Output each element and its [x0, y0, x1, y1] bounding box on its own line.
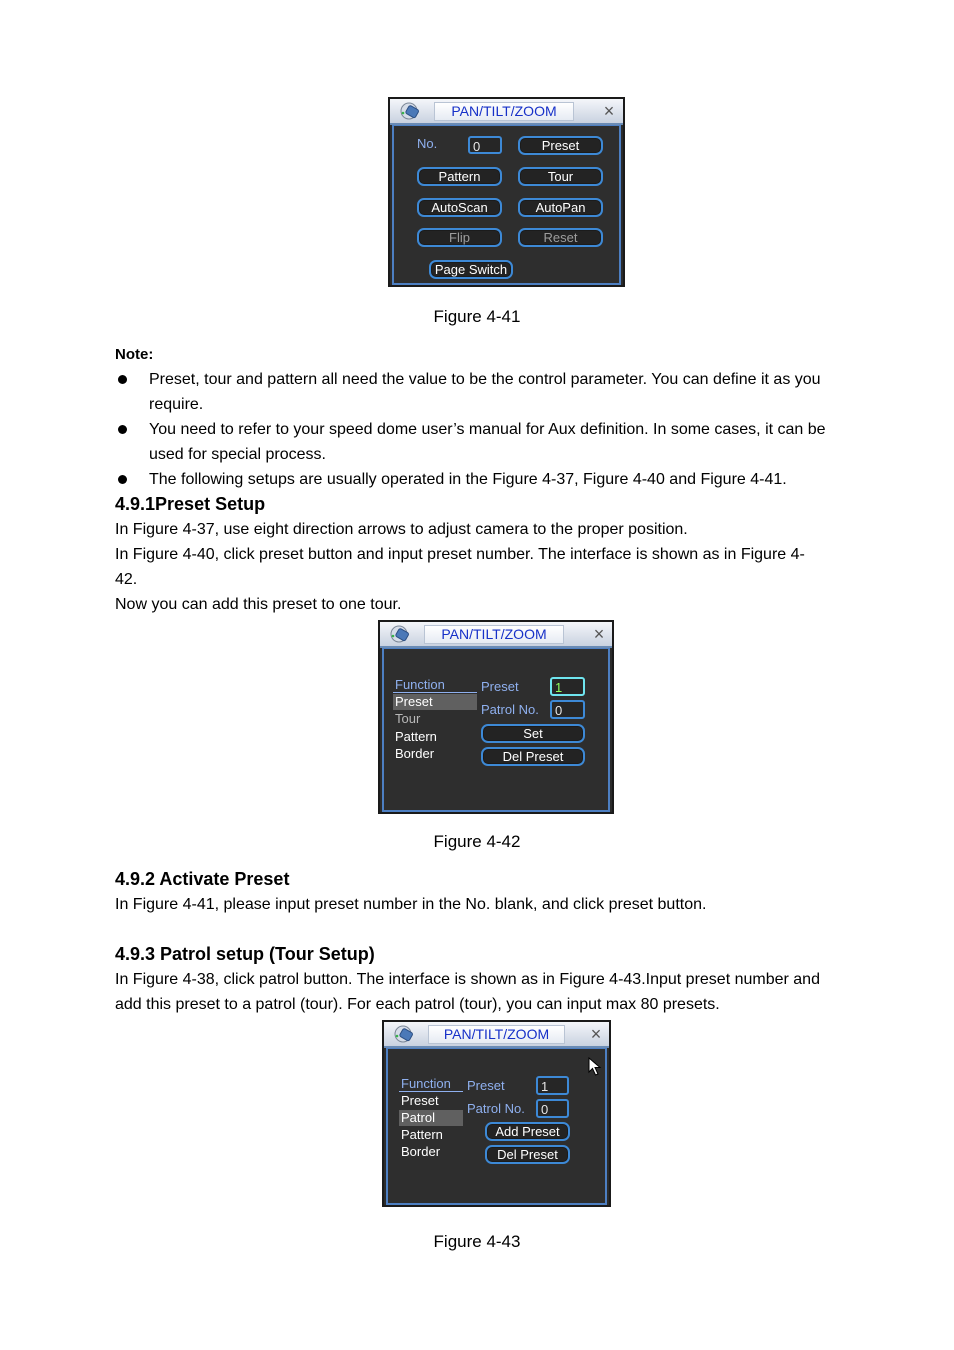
preset-label: Preset	[481, 679, 519, 694]
dialog-titlebar: PAN/TILT/ZOOM ×	[380, 622, 612, 648]
paragraph: In Figure 4-40, click preset button and …	[115, 546, 805, 588]
patrol-no-label: Patrol No.	[467, 1101, 525, 1116]
paragraph: In Figure 4-41, please input preset numb…	[115, 896, 707, 913]
section-heading: 4.9.1Preset Setup	[115, 494, 266, 514]
menu-item-patrol[interactable]: Patrol	[399, 1110, 463, 1126]
mouse-cursor-icon	[588, 1057, 602, 1076]
autopan-button[interactable]: AutoPan	[518, 198, 603, 217]
section-heading: 4.9.2 Activate Preset	[115, 869, 290, 889]
function-menu-header: Function	[393, 677, 477, 693]
paragraph: In Figure 4-38, click patrol button. The…	[115, 971, 820, 1013]
ptz-dialog-fig-4-42: PAN/TILT/ZOOM × Function Preset Tour Pat…	[378, 620, 614, 814]
menu-item-pattern[interactable]: Pattern	[399, 1127, 463, 1143]
del-preset-button[interactable]: Del Preset	[485, 1145, 570, 1164]
dialog-body: No. 0 Preset Pattern Tour AutoScan AutoP…	[392, 125, 621, 285]
dialog-title: PAN/TILT/ZOOM	[424, 625, 564, 644]
preset-input[interactable]: 1	[550, 677, 585, 696]
close-icon[interactable]: ×	[600, 101, 618, 121]
note-label: Note:	[115, 346, 154, 363]
dialog-titlebar: PAN/TILT/ZOOM ×	[390, 99, 623, 125]
patrol-no-input[interactable]: 0	[536, 1099, 569, 1118]
camera-logo-icon	[394, 1025, 413, 1043]
del-preset-button[interactable]: Del Preset	[481, 747, 585, 766]
dialog-title: PAN/TILT/ZOOM	[428, 1025, 565, 1044]
figure-caption: Figure 4-43	[433, 1232, 521, 1251]
figure-caption: Figure 4-42	[433, 832, 521, 851]
camera-logo-icon	[400, 102, 419, 120]
function-menu-header: Function	[399, 1076, 463, 1092]
menu-item-tour[interactable]: Tour	[393, 711, 477, 727]
section-heading: 4.9.3 Patrol setup (Tour Setup)	[115, 944, 375, 964]
ptz-dialog-fig-4-41: PAN/TILT/ZOOM × No. 0 Preset Pattern Tou…	[388, 97, 625, 287]
menu-item-border[interactable]: Border	[393, 746, 477, 762]
paragraph: In Figure 4-37, use eight direction arro…	[115, 521, 688, 538]
close-icon[interactable]: ×	[590, 624, 608, 644]
no-label: No.	[417, 136, 438, 151]
note-bullet: The following setups are usually operate…	[115, 467, 835, 492]
pattern-button[interactable]: Pattern	[417, 167, 502, 186]
set-button[interactable]: Set	[481, 724, 585, 743]
add-preset-button[interactable]: Add Preset	[485, 1122, 570, 1141]
page-switch-button[interactable]: Page Switch	[429, 260, 513, 279]
dialog-body: Function Preset Tour Pattern Border Pres…	[382, 648, 610, 812]
note-bullet: Preset, tour and pattern all need the va…	[115, 367, 835, 417]
patrol-no-input[interactable]: 0	[550, 700, 585, 719]
preset-label: Preset	[467, 1078, 505, 1093]
tour-button[interactable]: Tour	[518, 167, 603, 186]
preset-input[interactable]: 1	[536, 1076, 569, 1095]
close-icon[interactable]: ×	[587, 1024, 605, 1044]
preset-button[interactable]: Preset	[518, 136, 603, 155]
menu-item-preset[interactable]: Preset	[399, 1093, 463, 1109]
camera-logo-icon	[390, 625, 409, 643]
flip-button[interactable]: Flip	[417, 228, 502, 247]
menu-item-border[interactable]: Border	[399, 1144, 463, 1160]
figure-caption: Figure 4-41	[433, 307, 521, 326]
note-bullet: You need to refer to your speed dome use…	[115, 417, 835, 467]
no-input[interactable]: 0	[468, 136, 502, 154]
patrol-no-label: Patrol No.	[481, 702, 539, 717]
ptz-dialog-fig-4-43: PAN/TILT/ZOOM × Function Preset Patrol P…	[382, 1020, 611, 1207]
paragraph: Now you can add this preset to one tour.	[115, 596, 402, 613]
bullet-icon	[118, 425, 127, 434]
bullet-icon	[118, 475, 127, 484]
dialog-titlebar: PAN/TILT/ZOOM ×	[384, 1022, 609, 1048]
menu-item-preset[interactable]: Preset	[393, 694, 477, 710]
autoscan-button[interactable]: AutoScan	[417, 198, 502, 217]
reset-button[interactable]: Reset	[518, 228, 603, 247]
dialog-body: Function Preset Patrol Pattern Border Pr…	[386, 1048, 607, 1205]
dialog-title: PAN/TILT/ZOOM	[434, 102, 574, 121]
menu-item-pattern[interactable]: Pattern	[393, 729, 477, 745]
bullet-icon	[118, 375, 127, 384]
